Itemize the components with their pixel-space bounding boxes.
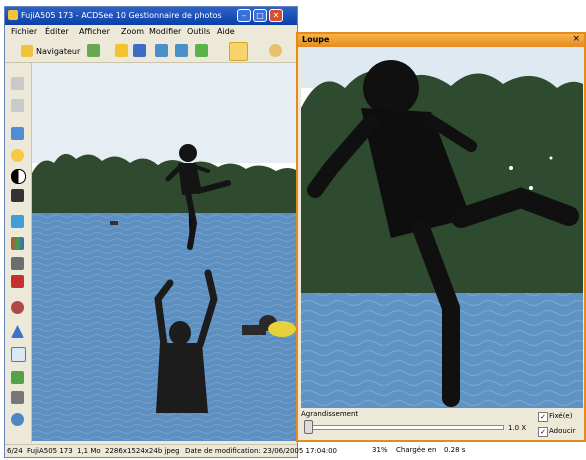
- red-eye-icon[interactable]: [11, 301, 24, 314]
- undo-icon[interactable]: [11, 413, 24, 426]
- status-load-time: 0.28 s: [444, 446, 466, 454]
- loupe-window: Loupe × Agrandissement 1.0 X ✓ Fixé(e) ✓…: [296, 32, 586, 442]
- lake-photo: [32, 63, 298, 441]
- contrast-icon[interactable]: [11, 169, 26, 184]
- loupe-title-bar[interactable]: Loupe ×: [298, 34, 584, 47]
- histogram-icon[interactable]: [11, 237, 24, 250]
- status-dimensions: 2286x1524x24b jpeg: [105, 447, 180, 455]
- loupe-title: Loupe: [302, 35, 330, 44]
- navigator-icon: [21, 45, 33, 57]
- edit-icon[interactable]: [87, 44, 100, 57]
- menu-bar: Fichier Éditer Afficher Zoom Modifier Ou…: [5, 25, 297, 39]
- straighten-icon[interactable]: [11, 325, 24, 338]
- magnification-slider-thumb[interactable]: [304, 420, 313, 434]
- fixed-label: Fixé(e): [549, 412, 573, 420]
- acdsee-window: FujiA505 173 - ACDSee 10 Gestionnaire de…: [4, 6, 337, 458]
- exposure-icon[interactable]: [11, 127, 24, 140]
- navigator-button[interactable]: Navigateur: [21, 43, 80, 59]
- status-loaded-label: Chargée en: [396, 446, 437, 454]
- status-index: 6/24: [7, 447, 23, 455]
- pan-hand-icon[interactable]: [229, 42, 248, 61]
- smooth-checkbox[interactable]: ✓: [538, 427, 548, 437]
- menu-outils[interactable]: Outils: [187, 27, 210, 36]
- toolbar: Navigateur: [5, 40, 297, 63]
- loupe-close-button[interactable]: ×: [572, 34, 580, 44]
- color-icon[interactable]: [11, 215, 24, 228]
- sharpen-icon[interactable]: [11, 257, 24, 270]
- loupe-magnified-view[interactable]: [301, 48, 583, 408]
- status-modified-date: Date de modification: 23/06/2005 17:04:0…: [185, 447, 337, 455]
- save-icon[interactable]: [133, 44, 146, 57]
- magnification-value: 1.0 X: [508, 424, 527, 432]
- fixed-checkbox[interactable]: ✓: [538, 412, 548, 422]
- levels-icon[interactable]: [11, 189, 24, 202]
- maximize-button[interactable]: □: [253, 9, 267, 22]
- noise-icon[interactable]: [11, 275, 24, 288]
- menu-fichier[interactable]: Fichier: [11, 27, 37, 36]
- smooth-label: Adoucir: [549, 427, 576, 435]
- sync-icon[interactable]: [195, 44, 208, 57]
- acdsee-app-icon: [8, 10, 18, 20]
- navigator-label: Navigateur: [36, 46, 81, 56]
- minimize-button[interactable]: –: [237, 9, 251, 22]
- window-title: FujiA505 173 - ACDSee 10 Gestionnaire de…: [21, 11, 222, 20]
- resize-icon[interactable]: [11, 347, 26, 362]
- edit-tools-sidebar: [5, 63, 32, 443]
- brightness-icon[interactable]: [11, 149, 24, 162]
- image-viewer[interactable]: [32, 63, 298, 441]
- title-bar[interactable]: FujiA505 173 - ACDSee 10 Gestionnaire de…: [5, 7, 297, 25]
- menu-aide[interactable]: Aide: [217, 27, 235, 36]
- open-folder-icon[interactable]: [115, 44, 128, 57]
- close-button[interactable]: ✕: [269, 9, 283, 22]
- menu-modifier[interactable]: Modifier: [149, 27, 181, 36]
- magnified-photo: [301, 48, 583, 408]
- status-zoom: 31%: [372, 446, 388, 454]
- magnification-label: Agrandissement: [301, 410, 359, 418]
- photo-repair-icon[interactable]: [11, 391, 24, 404]
- rotate-right-icon[interactable]: [175, 44, 188, 57]
- status-filename: FujiA505 173: [27, 447, 73, 455]
- crop-icon[interactable]: [11, 99, 24, 112]
- menu-zoom[interactable]: Zoom: [121, 27, 144, 36]
- menu-editer[interactable]: Éditer: [45, 27, 69, 36]
- zoom-icon[interactable]: [269, 44, 282, 57]
- magnification-slider-track[interactable]: [306, 425, 504, 430]
- menu-afficher[interactable]: Afficher: [79, 27, 110, 36]
- status-bar: 6/24 FujiA505 173 1,1 Mo 2286x1524x24b j…: [5, 444, 337, 458]
- cut-icon[interactable]: [11, 77, 24, 90]
- rotate-left-icon[interactable]: [155, 44, 168, 57]
- effects-icon[interactable]: [11, 371, 24, 384]
- status-filesize: 1,1 Mo: [77, 447, 101, 455]
